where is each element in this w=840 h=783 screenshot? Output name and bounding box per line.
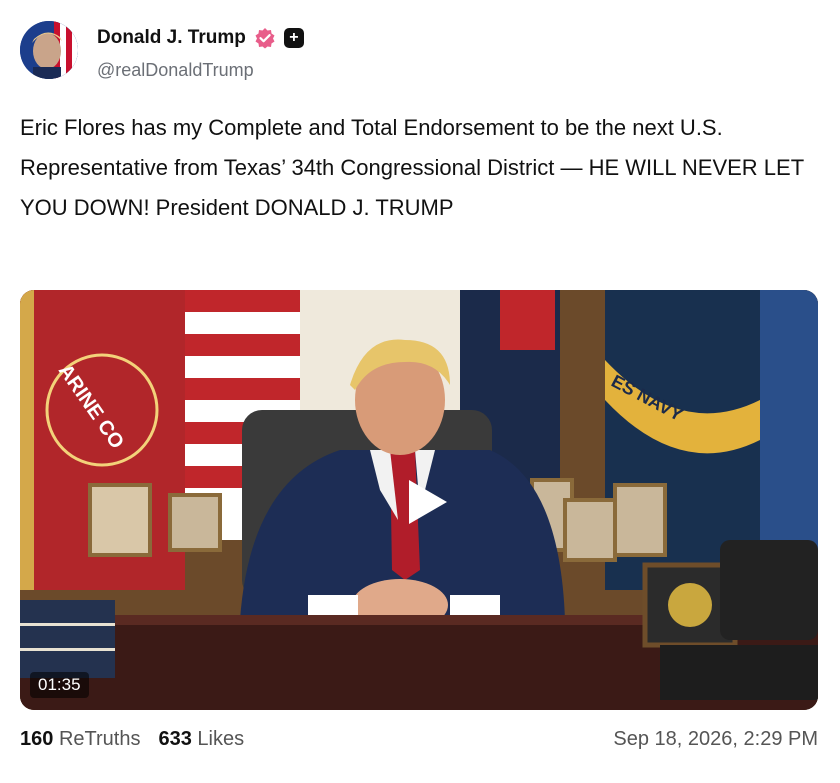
play-button[interactable] — [391, 472, 463, 532]
likes-stat[interactable]: 633 Likes — [158, 728, 244, 751]
verified-badge-icon — [254, 27, 276, 49]
avatar[interactable] — [20, 21, 78, 79]
post-text: Eric Flores has my Complete and Total En… — [20, 115, 804, 220]
play-icon — [409, 480, 447, 524]
author-name[interactable]: Donald J. Trump — [97, 27, 246, 49]
avatar-image — [20, 21, 78, 79]
post-timestamp[interactable]: Sep 18, 2026, 2:29 PM — [613, 728, 818, 751]
video-duration: 01:35 — [30, 672, 89, 698]
retruths-label: ReTruths — [58, 728, 141, 750]
author-name-row: Donald J. Trump + — [97, 27, 304, 49]
retruths-stat[interactable]: 160 ReTruths — [20, 728, 140, 751]
plus-badge-icon: + — [283, 28, 304, 48]
video-player[interactable]: ARINE CO ES NAVY 01:35 — [20, 290, 818, 710]
post-stats: 160 ReTruths 633 Likes — [20, 728, 244, 751]
author-handle[interactable]: @realDonaldTrump — [97, 60, 254, 81]
likes-count: 633 — [158, 728, 192, 750]
likes-label: Likes — [197, 728, 245, 750]
retruths-count: 160 — [20, 728, 54, 750]
